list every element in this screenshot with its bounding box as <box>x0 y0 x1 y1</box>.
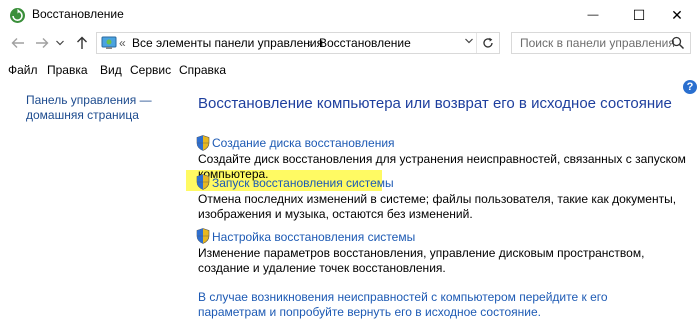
minimize-button[interactable]: — <box>570 0 616 30</box>
help-button[interactable]: ? <box>683 80 697 94</box>
refresh-icon <box>483 37 493 48</box>
up-button[interactable] <box>72 32 92 54</box>
shield-icon <box>196 174 210 190</box>
window-title: Восстановление <box>32 7 124 21</box>
minimize-icon: — <box>587 9 599 21</box>
configure-system-restore-link[interactable]: Настройка восстановления системы <box>212 230 415 244</box>
breadcrumb-recovery[interactable]: Восстановление <box>319 36 411 50</box>
menu-view[interactable]: Вид <box>100 63 122 77</box>
address-dropdown-icon[interactable] <box>465 38 473 44</box>
close-icon: ✕ <box>671 6 683 23</box>
title-bar: Восстановление — ☐ ✕ <box>0 0 700 30</box>
start-system-restore-link[interactable]: Запуск восстановления системы <box>212 176 394 190</box>
search-input[interactable]: Поиск в панели управления <box>520 36 675 50</box>
chevron-down-icon <box>56 40 64 46</box>
recent-pages-button[interactable] <box>54 32 66 54</box>
menu-file[interactable]: Файл <box>8 63 38 77</box>
recovery-app-icon <box>10 8 25 23</box>
sidebar-home-link[interactable]: Панель управления — домашняя страница <box>26 93 156 123</box>
menu-bar: Файл Правка Вид Сервис Справка <box>0 59 700 81</box>
shield-icon <box>196 135 210 151</box>
configure-system-restore-description: Изменение параметров восстановления, упр… <box>198 246 645 275</box>
start-system-restore-description: Отмена последних изменений в системе; фа… <box>198 192 677 221</box>
arrow-right-icon <box>36 38 49 48</box>
back-button[interactable] <box>8 32 28 54</box>
refresh-button[interactable] <box>476 33 499 53</box>
search-icon[interactable] <box>671 36 685 50</box>
page-title: Восстановление компьютера или возврат ег… <box>198 95 672 112</box>
close-button[interactable]: ✕ <box>654 0 700 30</box>
breadcrumb-separator[interactable]: › <box>308 36 312 50</box>
create-recovery-disk-link[interactable]: Создание диска восстановления <box>212 136 395 150</box>
forward-button[interactable] <box>32 32 52 54</box>
maximize-icon: ☐ <box>632 6 646 23</box>
menu-help[interactable]: Справка <box>179 63 226 77</box>
address-overflow[interactable]: « <box>119 36 126 50</box>
menu-tools[interactable]: Сервис <box>130 63 171 77</box>
control-panel-icon <box>101 36 117 49</box>
menu-edit[interactable]: Правка <box>47 63 88 77</box>
arrow-up-icon <box>77 36 87 49</box>
arrow-left-icon <box>11 38 24 48</box>
search-box[interactable]: Поиск в панели управления <box>511 32 691 54</box>
reset-pc-link[interactable]: В случае возникновения неисправностей с … <box>198 290 678 320</box>
breadcrumb-all-items[interactable]: Все элементы панели управления <box>132 36 323 50</box>
address-bar[interactable]: « Все элементы панели управления › Восст… <box>96 32 500 54</box>
shield-icon <box>196 228 210 244</box>
